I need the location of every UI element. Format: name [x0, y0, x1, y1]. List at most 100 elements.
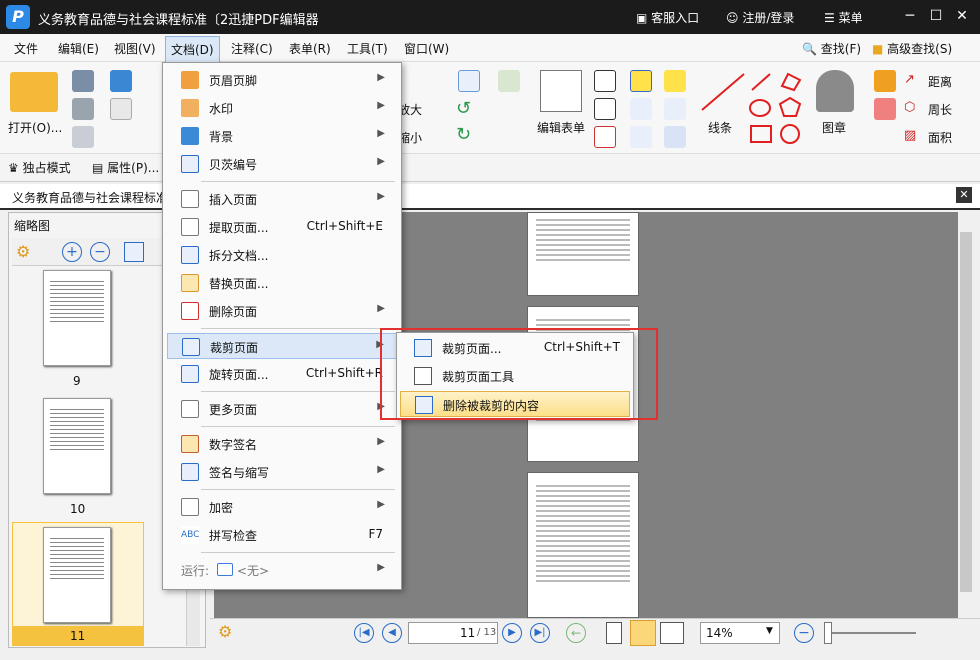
menu-item-encrypt[interactable]: 加密 ▶	[167, 494, 397, 520]
menu-file[interactable]: 文件	[14, 40, 38, 57]
underline-icon[interactable]	[630, 126, 652, 148]
menu-item-crop-pages[interactable]: 裁剪页面 ▶	[167, 333, 397, 359]
login-button[interactable]: ☺ 注册/登录	[726, 9, 794, 26]
area-icon[interactable]: ▨	[904, 128, 916, 143]
menu-item-background[interactable]: 背景 ▶	[167, 123, 397, 149]
first-page-icon[interactable]: |◀	[354, 623, 374, 643]
zoom-in-icon[interactable]	[458, 70, 480, 92]
zoom-out-icon[interactable]: −	[794, 623, 814, 643]
current-page: 11	[460, 626, 476, 640]
properties-button[interactable]: ▤ 属性(P)...	[92, 159, 159, 176]
close-tab-button[interactable]: ✕	[956, 187, 972, 203]
open-folder-icon[interactable]	[10, 72, 58, 112]
previous-page-icon[interactable]: ◀	[382, 623, 402, 643]
distance-label[interactable]: 距离	[928, 73, 952, 90]
thumbnail-zoom-out-icon[interactable]: −	[90, 242, 110, 262]
sticky-note-icon[interactable]	[664, 70, 686, 92]
menu-item-watermark[interactable]: 水印 ▶	[167, 95, 397, 121]
strikeout-icon[interactable]	[630, 98, 652, 120]
exclusive-mode-button[interactable]: ♛ 独占模式	[8, 159, 71, 176]
menu-item-insert-pages[interactable]: 插入页面 ▶	[167, 186, 397, 212]
thumbnail-rotate-icon[interactable]	[124, 242, 144, 262]
last-page-icon[interactable]: ▶|	[530, 623, 550, 643]
customer-service-button[interactable]: ▣ 客服入口	[636, 9, 699, 26]
line-icon[interactable]	[700, 72, 748, 112]
edit-form-icon[interactable]	[540, 70, 582, 112]
status-options-icon[interactable]: ⚙	[218, 622, 232, 641]
back-icon[interactable]: ←	[566, 623, 586, 643]
zoom-slider-handle[interactable]	[824, 622, 832, 644]
menu-document[interactable]: 文档(D)	[165, 36, 220, 63]
new-document-icon[interactable]	[110, 98, 132, 120]
menu-item-header-footer[interactable]: 页眉页脚 ▶	[167, 67, 397, 93]
menu-separator	[201, 391, 395, 392]
menu-window[interactable]: 窗口(W)	[404, 40, 449, 57]
pencil-icon[interactable]	[874, 70, 896, 92]
attachment-icon[interactable]	[664, 98, 686, 120]
sound-icon[interactable]	[664, 126, 686, 148]
text-field-icon[interactable]	[594, 70, 616, 92]
document-tab[interactable]: 义务教育品德与社会课程标准	[12, 189, 168, 206]
menu-item-extract-pages[interactable]: 提取页面... Ctrl+Shift+E	[167, 214, 397, 240]
more-pages-icon	[181, 400, 199, 418]
menu-item-rotate-pages[interactable]: 旋转页面... Ctrl+Shift+R	[167, 361, 397, 387]
advanced-find-button[interactable]: ■ 高级查找(S)	[872, 40, 952, 57]
stamp-icon[interactable]	[816, 70, 854, 112]
thumbnail-page-11[interactable]	[43, 527, 111, 623]
open-button-label[interactable]: 打开(O)...	[8, 119, 62, 136]
menu-tools[interactable]: 工具(T)	[347, 40, 388, 57]
document-menu: 页眉页脚 ▶ 水印 ▶ 背景 ▶ 贝茨编号 ▶ 插入页面 ▶ 提取页面... Ctrl+Sh…	[162, 62, 402, 590]
text-box-icon[interactable]	[594, 98, 616, 120]
menu-separator	[201, 328, 395, 329]
thumbnail-zoom-in-icon[interactable]: +	[62, 242, 82, 262]
header-footer-icon	[181, 71, 199, 89]
scrollbar-thumb[interactable]	[960, 232, 972, 592]
menu-item-digital-signature[interactable]: 数字签名 ▶	[167, 431, 397, 457]
select-icon[interactable]	[498, 70, 520, 92]
perimeter-icon[interactable]: ⬡	[904, 100, 915, 115]
menu-item-more-pages[interactable]: 更多页面 ▶	[167, 396, 397, 422]
menu-form[interactable]: 表单(R)	[289, 40, 331, 57]
distance-icon[interactable]: ↗	[904, 72, 915, 87]
continuous-page-icon[interactable]	[630, 620, 656, 646]
menu-view[interactable]: 视图(V)	[114, 40, 156, 57]
shape-tools-icon[interactable]	[748, 70, 804, 146]
export-icon[interactable]	[72, 126, 94, 148]
line-label[interactable]: 线条	[708, 119, 732, 136]
save-icon[interactable]	[72, 70, 94, 92]
rotate-ccw-icon[interactable]: ↺	[456, 98, 471, 119]
maximize-button[interactable]: ☐	[926, 6, 946, 26]
chat-icon: ▣	[636, 11, 652, 25]
next-page-icon[interactable]: ▶	[502, 623, 522, 643]
close-window-button[interactable]: ✕	[952, 6, 972, 26]
eraser-icon[interactable]	[874, 98, 896, 120]
perimeter-label[interactable]: 周长	[928, 101, 952, 118]
callout-icon[interactable]	[594, 126, 616, 148]
menu-item-replace-pages[interactable]: 替换页面...	[167, 270, 397, 296]
minimize-button[interactable]: ─	[900, 6, 920, 26]
thumbnail-panel-title: 缩略图	[14, 219, 51, 233]
menu-item-delete-pages[interactable]: 删除页面 ▶	[167, 298, 397, 324]
single-page-icon[interactable]	[606, 622, 622, 644]
typewriter-icon[interactable]	[630, 70, 652, 92]
stamp-label[interactable]: 图章	[822, 119, 846, 136]
menu-item-spell-check[interactable]: ABC 拼写检查 F7	[167, 522, 397, 548]
properties-icon: ▤	[92, 161, 108, 175]
menu-item-split-document[interactable]: 拆分文档...	[167, 242, 397, 268]
find-button[interactable]: 🔍 查找(F)	[802, 40, 861, 57]
zoom-slider[interactable]	[826, 632, 916, 634]
scanner-icon[interactable]	[110, 70, 132, 92]
menu-comment[interactable]: 注释(C)	[231, 40, 273, 57]
thumbnail-options-icon[interactable]: ⚙	[16, 242, 30, 261]
menu-edit[interactable]: 编辑(E)	[58, 40, 99, 57]
thumbnail-page-9[interactable]	[43, 270, 111, 366]
facing-pages-icon[interactable]	[660, 622, 684, 644]
thumbnail-page-10[interactable]	[43, 398, 111, 494]
menu-item-sign-initials[interactable]: 签名与缩写 ▶	[167, 459, 397, 485]
rotate-cw-icon[interactable]: ↻	[456, 124, 471, 145]
menu-item-bates-numbering[interactable]: 贝茨编号 ▶	[167, 151, 397, 177]
main-menu-button[interactable]: ☰ 菜单	[824, 9, 863, 26]
area-label[interactable]: 面积	[928, 129, 952, 146]
edit-form-label[interactable]: 编辑表单	[537, 119, 585, 136]
print-icon[interactable]	[72, 98, 94, 120]
